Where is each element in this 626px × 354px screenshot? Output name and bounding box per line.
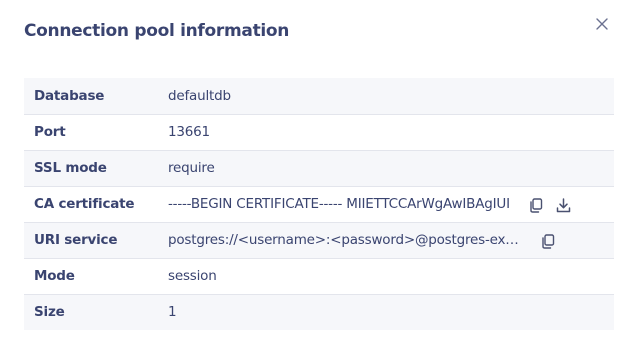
close-icon bbox=[596, 18, 608, 30]
table-row-port: Port 13661 bbox=[24, 113, 614, 150]
copy-icon bbox=[530, 197, 543, 213]
copy-uri-service-button[interactable] bbox=[540, 233, 556, 249]
row-label: Mode bbox=[24, 257, 168, 294]
row-label: Database bbox=[34, 87, 105, 104]
pool-info-table: Database defaultdb Port 13661 SSL mode r… bbox=[24, 78, 614, 331]
row-label: URI service bbox=[24, 221, 168, 258]
row-value: require bbox=[168, 160, 215, 176]
close-button[interactable] bbox=[593, 15, 611, 33]
row-value: defaultdb bbox=[168, 87, 231, 104]
row-value: 13661 bbox=[168, 124, 210, 140]
row-value: postgres://<username>:<password>@postgre… bbox=[168, 232, 522, 248]
row-value: -----BEGIN CERTIFICATE----- MIIETTCCArWg… bbox=[168, 196, 510, 212]
table-row-mode: Mode session bbox=[24, 257, 614, 294]
table-row-uri-service: URI service postgres://<username>:<passw… bbox=[24, 221, 614, 258]
connection-pool-dialog: Connection pool information Database def… bbox=[0, 0, 626, 354]
table-row-database: Database defaultdb bbox=[24, 78, 614, 114]
row-label: Port bbox=[24, 113, 168, 150]
row-label: SSL mode bbox=[24, 149, 168, 186]
download-ca-certificate-button[interactable] bbox=[555, 197, 571, 213]
download-icon bbox=[556, 197, 570, 212]
copy-icon bbox=[542, 233, 555, 249]
row-value: 1 bbox=[168, 304, 177, 320]
table-row-size: Size 1 bbox=[24, 293, 614, 331]
row-label: Size bbox=[24, 293, 168, 331]
row-label: CA certificate bbox=[24, 185, 168, 222]
table-row-ssl-mode: SSL mode require bbox=[24, 149, 614, 186]
table-row-ca-certificate: CA certificate -----BEGIN CERTIFICATE---… bbox=[24, 185, 614, 222]
copy-ca-certificate-button[interactable] bbox=[528, 197, 544, 213]
row-value: session bbox=[168, 268, 217, 284]
dialog-title: Connection pool information bbox=[24, 21, 290, 41]
